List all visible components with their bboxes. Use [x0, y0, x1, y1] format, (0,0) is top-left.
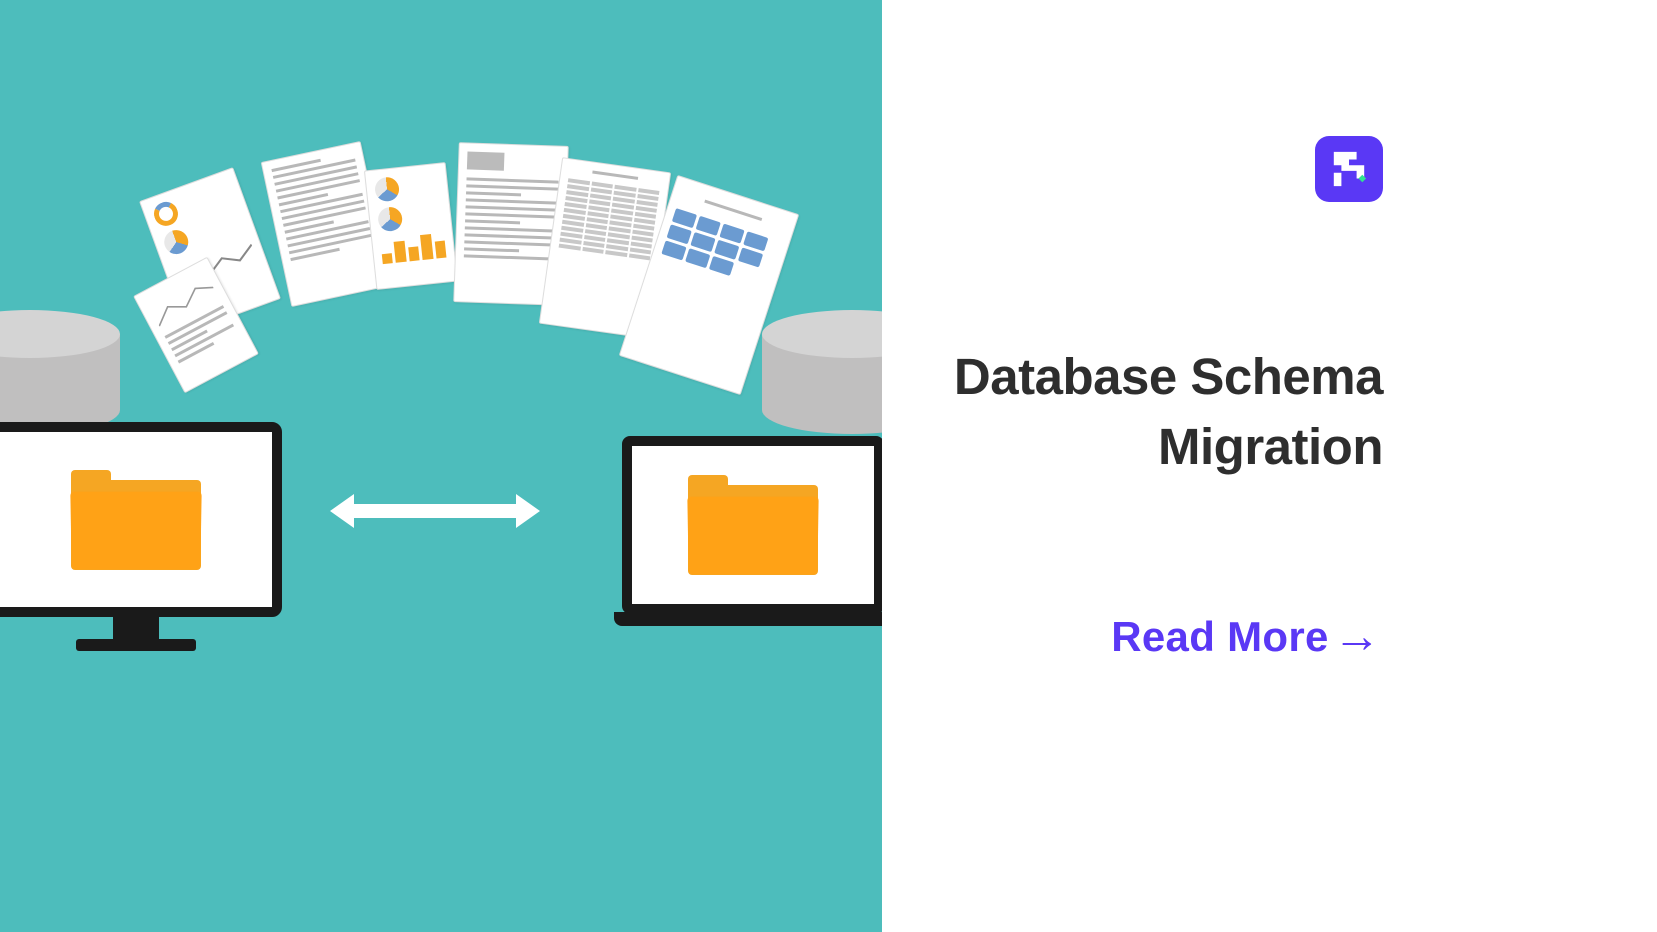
content-panel: Database Schema Migration Read More→: [882, 0, 1657, 932]
page-title: Database Schema Migration: [902, 342, 1383, 483]
folder-icon: [71, 470, 201, 570]
flying-documents-icon: [140, 130, 820, 430]
brand-logo-icon: [1315, 136, 1383, 202]
double-arrow-icon: [330, 490, 540, 532]
read-more-label: Read More: [1111, 613, 1328, 661]
read-more-link[interactable]: Read More→: [1111, 613, 1381, 661]
arrow-right-icon: →: [1333, 613, 1381, 661]
laptop-icon: [614, 436, 882, 626]
illustration-panel: [0, 0, 882, 932]
document-pie-bars-icon: [364, 162, 458, 290]
desktop-monitor-icon: [0, 422, 282, 651]
folder-icon: [688, 475, 818, 575]
